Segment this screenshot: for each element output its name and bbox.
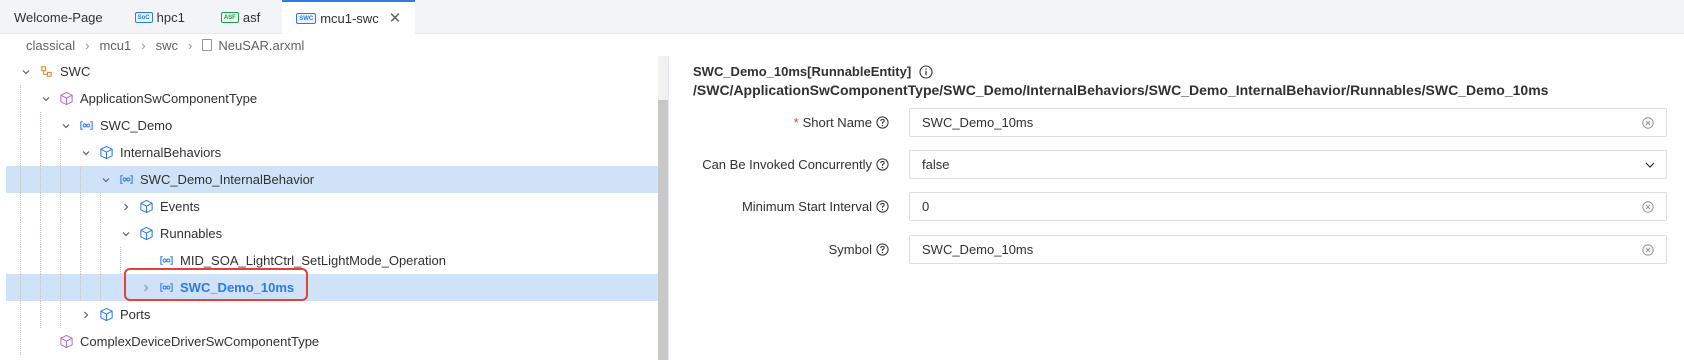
symbol-value: SWC_Demo_10ms xyxy=(922,242,1034,257)
chevron-down-icon[interactable] xyxy=(1644,159,1656,171)
file-icon xyxy=(202,39,213,51)
help-icon[interactable] xyxy=(876,200,889,213)
help-icon[interactable] xyxy=(876,158,889,171)
tree-node-swc[interactable]: SWC xyxy=(6,58,658,85)
editor-tab-bar: Welcome-Page SoC hpc1 ASF asf SWC mcu1-s… xyxy=(0,0,1684,34)
tab-mcu1-swc[interactable]: SWC mcu1-swc ✕ xyxy=(282,0,416,34)
short-name-input[interactable]: SWC_Demo_10ms xyxy=(909,108,1667,137)
component-icon xyxy=(158,253,174,269)
tree-scrollbar-thumb[interactable] xyxy=(658,100,668,360)
soc-badge-icon: SoC xyxy=(134,11,153,23)
tree-node-swc-demo-10ms[interactable]: SWC_Demo_10ms xyxy=(6,274,658,301)
tree-node-events[interactable]: Events xyxy=(6,193,658,220)
required-mark: * xyxy=(793,115,799,130)
properties-panel: SWC_Demo_10ms[RunnableEntity] /SWC/Appli… xyxy=(669,56,1684,360)
chevron-down-icon[interactable] xyxy=(80,147,92,159)
breadcrumb-item[interactable]: NeuSAR.arxml xyxy=(218,38,304,53)
field-label-text: Symbol xyxy=(828,242,872,257)
component-icon xyxy=(118,172,134,188)
close-icon[interactable]: ✕ xyxy=(389,9,402,27)
field-label: * Short Name xyxy=(669,115,889,130)
highlight-box xyxy=(124,268,308,301)
cube-icon xyxy=(138,199,154,215)
short-name-value: SWC_Demo_10ms xyxy=(922,115,1034,130)
chevron-right-icon: › xyxy=(188,37,193,53)
help-icon[interactable] xyxy=(876,243,889,256)
breadcrumb-item[interactable]: swc xyxy=(156,38,178,53)
tab-asf[interactable]: ASF asf xyxy=(199,0,274,34)
chevron-right-icon[interactable] xyxy=(120,201,132,213)
chevron-down-icon[interactable] xyxy=(60,120,72,132)
tree-node-complex-device-driver-sw-component-type[interactable]: ComplexDeviceDriverSwComponentType xyxy=(6,328,658,355)
field-label-text: Can Be Invoked Concurrently xyxy=(702,157,872,172)
clear-icon[interactable] xyxy=(1642,117,1654,129)
tree-node-application-sw-component-type[interactable]: ApplicationSwComponentType xyxy=(6,85,658,112)
field-label: Minimum Start Interval xyxy=(669,199,889,214)
form-row-can-be-invoked: Can Be Invoked Concurrently false xyxy=(669,150,1684,180)
swc-folder-icon xyxy=(38,64,54,80)
swc-badge-icon: SWC xyxy=(296,12,317,24)
cube-icon xyxy=(58,334,74,350)
tab-label: Welcome-Page xyxy=(14,9,103,25)
asf-badge-icon: ASF xyxy=(220,11,239,23)
chevron-right-icon: › xyxy=(141,37,146,53)
symbol-input[interactable]: SWC_Demo_10ms xyxy=(909,235,1667,264)
clear-icon[interactable] xyxy=(1642,201,1654,213)
breadcrumb-item[interactable]: classical xyxy=(26,38,75,53)
field-label-text: Short Name xyxy=(802,115,872,130)
swc-tree: SWC ApplicationSwComponentType SWC_Demo … xyxy=(0,56,668,360)
cube-icon xyxy=(58,91,74,107)
cube-icon xyxy=(138,226,154,242)
tree-node-label: SWC_Demo xyxy=(100,118,173,133)
tree-node-label: SWC_Demo_InternalBehavior xyxy=(140,172,315,187)
tree-node-swc-demo[interactable]: SWC_Demo xyxy=(6,112,658,139)
tree-node-label: Ports xyxy=(120,307,151,322)
breadcrumb: classical › mcu1 › swc › NeuSAR.arxml xyxy=(0,34,1684,56)
tree-node-internal-behaviors[interactable]: InternalBehaviors xyxy=(6,139,658,166)
help-icon[interactable] xyxy=(876,116,889,129)
tab-label: hpc1 xyxy=(156,9,185,25)
tab-welcome-page[interactable]: Welcome-Page xyxy=(0,0,117,34)
form-row-minimum-start-interval: Minimum Start Interval 0 xyxy=(669,192,1684,222)
chevron-down-icon[interactable] xyxy=(20,66,32,78)
detail-title-text: SWC_Demo_10ms[RunnableEntity] xyxy=(693,64,912,79)
tree-node-label: ApplicationSwComponentType xyxy=(80,91,258,106)
chevron-down-icon[interactable] xyxy=(100,174,112,186)
detail-path: /SWC/ApplicationSwComponentType/SWC_Demo… xyxy=(693,82,1549,98)
component-icon xyxy=(78,118,94,134)
tab-label: asf xyxy=(242,9,261,25)
minimum-start-interval-input[interactable]: 0 xyxy=(909,192,1667,221)
tab-label: mcu1-swc xyxy=(320,10,379,26)
cube-icon xyxy=(98,307,114,323)
minimum-start-interval-value: 0 xyxy=(922,199,930,214)
field-label: Can Be Invoked Concurrently xyxy=(669,157,889,172)
tree-node-label: SWC xyxy=(60,64,91,79)
tree-node-label: Events xyxy=(160,199,200,214)
tab-hpc1[interactable]: SoC hpc1 xyxy=(117,0,199,34)
can-be-invoked-select[interactable]: false xyxy=(909,150,1667,179)
chevron-down-icon[interactable] xyxy=(40,93,52,105)
cube-icon xyxy=(98,145,114,161)
field-label-text: Minimum Start Interval xyxy=(741,199,872,214)
clear-icon[interactable] xyxy=(1642,244,1654,256)
can-be-invoked-value: false xyxy=(922,157,950,172)
tree-node-runnables[interactable]: Runnables xyxy=(6,220,658,247)
form-row-symbol: Symbol SWC_Demo_10ms xyxy=(669,235,1684,265)
tree-node-label: MID_SOA_LightCtrl_SetLightMode_Operation xyxy=(180,253,446,268)
chevron-right-icon: › xyxy=(85,37,90,53)
info-icon[interactable] xyxy=(919,64,933,79)
form-row-short-name: * Short Name SWC_Demo_10ms xyxy=(669,108,1684,138)
tree-node-swc-demo-internal-behavior[interactable]: SWC_Demo_InternalBehavior xyxy=(6,166,658,193)
tree-node-label: ComplexDeviceDriverSwComponentType xyxy=(80,334,320,349)
tree-node-label: Runnables xyxy=(160,226,223,241)
chevron-down-icon[interactable] xyxy=(120,228,132,240)
tree-node-ports[interactable]: Ports xyxy=(6,301,658,328)
breadcrumb-item[interactable]: mcu1 xyxy=(99,38,131,53)
tree-node-label: InternalBehaviors xyxy=(120,145,222,160)
detail-title: SWC_Demo_10ms[RunnableEntity] xyxy=(693,64,933,79)
field-label: Symbol xyxy=(669,242,889,257)
tree-node-mid-soa-lightctrl[interactable]: MID_SOA_LightCtrl_SetLightMode_Operation xyxy=(6,247,658,274)
chevron-right-icon[interactable] xyxy=(80,309,92,321)
